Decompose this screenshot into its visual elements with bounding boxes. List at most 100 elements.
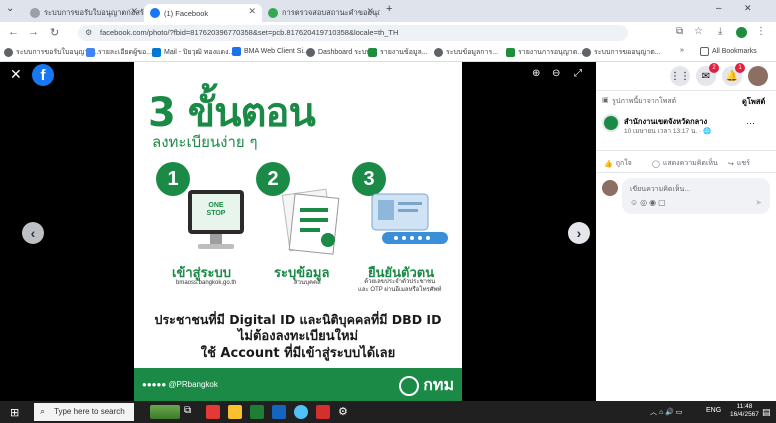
tab-title: (1) Facebook xyxy=(164,8,209,18)
profile-icon[interactable] xyxy=(736,27,747,38)
download-icon[interactable]: ⤓ xyxy=(718,26,722,37)
notification-badge: 1 xyxy=(735,63,745,73)
app-icon[interactable] xyxy=(206,405,220,419)
site-info-icon[interactable]: ⚙ xyxy=(85,28,92,37)
chrome-icon[interactable] xyxy=(294,405,308,419)
bookmark-item[interactable]: BMA Web Client Si... xyxy=(232,47,309,56)
word-icon[interactable] xyxy=(272,405,286,419)
back-icon[interactable]: ← xyxy=(8,26,19,38)
avatar xyxy=(602,180,618,196)
bookmark-item[interactable]: รายงานข้อมูล... xyxy=(368,47,428,58)
comment-input[interactable]: เขียนความคิดเห็น... ☺◎◉▢ ➤ xyxy=(622,178,770,214)
bookmark-item[interactable]: ระบบการขออนุญาต... xyxy=(582,47,661,58)
bma-logo: กทม xyxy=(399,373,454,398)
bookmark-item[interactable]: Dashboard ระบบ... xyxy=(306,47,376,58)
more-options-button[interactable]: ··· xyxy=(746,118,755,128)
emoji-sticker-icons[interactable]: ☺◎◉▢ xyxy=(630,198,668,207)
fullscreen-icon[interactable]: ⤢ xyxy=(574,68,582,79)
next-photo-button[interactable]: › xyxy=(568,222,590,244)
settings-gear-icon[interactable]: ⚙ xyxy=(338,405,352,419)
poster-footer: ●●●●● @PRbangkok กทม xyxy=(134,368,462,401)
favicon-icon xyxy=(268,8,278,18)
view-post-link[interactable]: ดูโพสต์ xyxy=(742,96,765,108)
notification-bell-icon[interactable]: 🔔 1 xyxy=(722,63,745,86)
close-icon[interactable]: ✕ xyxy=(130,6,138,17)
page-avatar[interactable] xyxy=(602,114,620,132)
excel-icon[interactable] xyxy=(250,405,264,419)
divider xyxy=(596,150,776,151)
step-description: bmaoss.bangkok.go.th xyxy=(176,280,237,286)
comment-button[interactable]: ◯ แสดงความคิดเห็น xyxy=(652,158,718,169)
forward-icon[interactable]: → xyxy=(28,26,39,38)
share-button[interactable]: ↪ แชร์ xyxy=(728,158,750,169)
bookmarks-bar: ระบบการขอรับใบอนุญาต... รายละเอียดผู้ขอ.… xyxy=(0,44,776,62)
bookmark-item[interactable]: รายงานการอนุญาต... xyxy=(506,47,583,58)
message-line: ไม่ต้องลงทะเบียนใหม่ xyxy=(237,329,359,344)
close-viewer-icon[interactable]: ✕ xyxy=(10,66,22,83)
message-line: ใช้ Account ที่มีเข้าสู่ระบบได้เลย xyxy=(200,346,396,361)
zoom-in-icon[interactable]: ⊕ xyxy=(532,68,540,79)
url-input[interactable]: ⚙ facebook.com/photo/?fbid=8176203967703… xyxy=(78,25,628,41)
album-label: รูปภาพนี้มาจากโพสต์ xyxy=(612,98,677,105)
monitor-illustration xyxy=(188,190,244,249)
notifications-icon[interactable]: ▤ xyxy=(762,407,771,418)
all-bookmarks-button[interactable]: All Bookmarks xyxy=(700,47,757,56)
tab-status[interactable]: การตรวจสอบสถานะคำขออนุญาต ✕ xyxy=(262,4,380,22)
tab-facebook[interactable]: (1) Facebook ✕ xyxy=(144,4,262,22)
post-sidebar: ⋮⋮ ✉ 2 🔔 1 ▣ รูปภาพนี้มาจากโพสต์ ดูโพสต์ ส… xyxy=(596,62,776,401)
windows-start-icon[interactable]: ⊞ xyxy=(10,406,19,419)
folder-icon xyxy=(700,47,709,56)
taskbar-search-input[interactable]: ⌕ Type here to search xyxy=(34,403,134,421)
bookmark-icon xyxy=(86,48,95,57)
tab-search-icon[interactable]: ⌄ xyxy=(6,3,14,14)
messenger-icon[interactable]: ✉ 2 xyxy=(696,63,719,86)
translate-icon[interactable]: ⧉ xyxy=(676,26,683,37)
facebook-logo-icon[interactable]: f xyxy=(32,64,54,86)
bookmark-icon xyxy=(4,48,13,57)
reload-icon[interactable]: ↻ xyxy=(50,26,59,39)
weather-icon[interactable] xyxy=(150,405,180,419)
tray-icons[interactable]: ︿ ⌂ 🔊 ▭ xyxy=(650,407,682,417)
post-time[interactable]: 10 เมษายน เวลา 13:17 น. · 🌐 xyxy=(624,126,711,136)
taskbar: ⊞ ⌕ Type here to search ⧉ ⚙ ︿ ⌂ 🔊 ▭ ENG … xyxy=(0,401,776,423)
bookmark-item[interactable]: Mail - ปิยวุฒิ ทองแดง... xyxy=(152,47,234,58)
tab-bar: ⌄ ระบบการขอรับใบอนุญาตก่อสร้างออนไลน์ ✕ … xyxy=(0,0,776,22)
pdf-icon[interactable] xyxy=(316,405,330,419)
close-icon[interactable]: ✕ xyxy=(366,6,374,17)
menu-icon[interactable]: ⋮ xyxy=(756,26,766,37)
tab-oss[interactable]: ระบบการขอรับใบอนุญาตก่อสร้างออนไลน์ ✕ xyxy=(24,4,144,22)
bma-emblem-icon xyxy=(399,375,420,396)
tab-title: ระบบการขอรับใบอนุญาตก่อสร้างออนไลน์ xyxy=(44,8,144,17)
bookmark-icon xyxy=(152,48,161,57)
avatar[interactable] xyxy=(748,66,768,86)
comment-placeholder: เขียนความคิดเห็น... xyxy=(630,186,691,193)
bookmark-star-icon[interactable]: ☆ xyxy=(694,26,703,37)
language-indicator[interactable]: ENG xyxy=(706,407,721,414)
message-line: ประชาชนที่มี Digital ID และนิติบุคคลที่ม… xyxy=(154,312,442,327)
clock[interactable]: 11:48 16/4/2567 xyxy=(730,403,759,419)
bookmark-item[interactable]: รายละเอียดผู้ขอ... xyxy=(86,47,152,58)
bookmark-item[interactable]: ระบบการขอรับใบอนุญาต... xyxy=(4,47,99,58)
favicon-icon xyxy=(30,8,40,18)
send-icon[interactable]: ➤ xyxy=(755,198,762,207)
album-icon: ▣ xyxy=(602,97,609,104)
new-tab-button[interactable]: + xyxy=(386,3,392,15)
menu-grid-icon[interactable]: ⋮⋮ xyxy=(670,66,690,86)
minimize-button[interactable]: – xyxy=(716,3,722,14)
previous-photo-button[interactable]: ‹ xyxy=(22,222,44,244)
photo: 3 ขั้นตอน ลงทะเบียนง่าย ๆ 1 ONE STOP เข้… xyxy=(134,62,462,401)
file-explorer-icon[interactable] xyxy=(228,405,242,419)
bookmark-item[interactable]: ระบบข้อมูลการ... xyxy=(434,47,498,58)
bookmark-icon xyxy=(582,48,591,57)
window-close-button[interactable]: ✕ xyxy=(744,3,752,14)
share-icon: ↪ xyxy=(728,160,734,168)
bookmark-icon xyxy=(232,47,241,56)
close-icon[interactable]: ✕ xyxy=(248,6,256,17)
task-view-icon[interactable]: ⧉ xyxy=(184,405,198,419)
bookmarks-more-button[interactable]: » xyxy=(680,47,684,54)
facebook-icon xyxy=(150,8,160,18)
bookmark-icon xyxy=(306,48,315,57)
zoom-out-icon[interactable]: ⊖ xyxy=(552,68,560,79)
like-icon: 👍 xyxy=(604,160,613,168)
like-button[interactable]: 👍 ถูกใจ xyxy=(604,158,632,169)
